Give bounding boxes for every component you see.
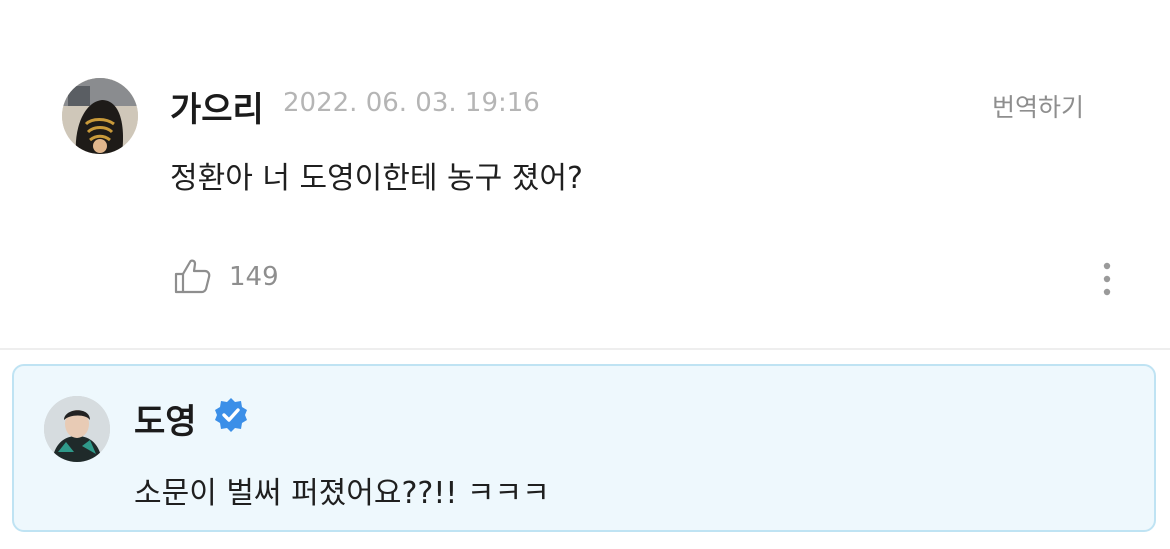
avatar-image <box>62 78 138 154</box>
reply-author[interactable]: 도영 <box>134 394 197 443</box>
divider <box>0 348 1170 350</box>
like-count: 149 <box>229 262 279 292</box>
comment: 가으리 2022. 06. 03. 19:16 번역하기 정환아 너 도영이한테… <box>0 0 1170 349</box>
comment-date: 2022. 06. 03. 19:16 <box>283 88 540 118</box>
reply-avatar[interactable] <box>44 396 110 462</box>
verified-badge-icon <box>212 396 250 434</box>
translate-button[interactable]: 번역하기 <box>992 88 1084 124</box>
comment-text: 정환아 너 도영이한테 농구 졌어? <box>170 161 583 196</box>
comment-author[interactable]: 가으리 <box>170 82 264 131</box>
reply-text: 소문이 벌써 퍼졌어요??!! ㅋㅋㅋ <box>134 476 550 511</box>
reply-avatar-image <box>44 396 110 462</box>
reply: 도영 소문이 벌써 퍼졌어요??!! ㅋㅋㅋ <box>12 364 1156 532</box>
avatar[interactable] <box>62 78 138 154</box>
more-options-icon[interactable] <box>1092 260 1122 300</box>
like-icon[interactable] <box>172 256 212 296</box>
